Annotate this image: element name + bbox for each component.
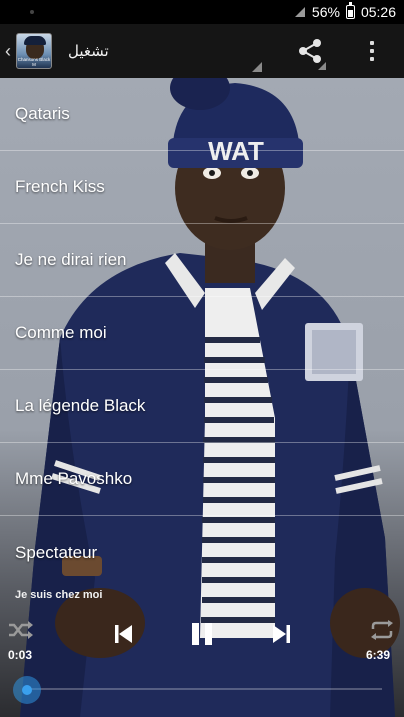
seek-thumb[interactable] — [12, 676, 41, 704]
battery-icon — [345, 2, 355, 19]
song-item[interactable]: Mme Pavoshko — [0, 443, 404, 516]
overflow-hint-icon — [252, 62, 262, 72]
clock: 05:26 — [360, 4, 396, 20]
song-item[interactable]: Je ne dirai rien — [0, 224, 404, 297]
signal-icon — [294, 7, 305, 17]
repeat-icon[interactable] — [370, 620, 394, 640]
back-arrow-icon[interactable]: ‹ — [0, 24, 16, 78]
song-item[interactable]: Comme moi — [0, 297, 404, 370]
pause-icon[interactable] — [191, 623, 213, 645]
share-hint-icon — [318, 62, 326, 70]
song-title: Mme Pavoshko — [15, 469, 133, 488]
song-item[interactable]: La légende Black — [0, 370, 404, 443]
app-icon-caption: Chansons Black M — [17, 57, 51, 67]
seek-bar[interactable] — [24, 688, 382, 690]
shuffle-icon[interactable] — [8, 621, 34, 639]
app-icon[interactable]: Chansons Black M — [16, 33, 52, 69]
page-title: تشغيل — [68, 43, 109, 60]
song-item[interactable]: French Kiss — [0, 151, 404, 224]
battery-percent: 56% — [311, 4, 340, 20]
song-item[interactable]: Qataris — [0, 78, 404, 151]
song-title: French Kiss — [15, 177, 105, 196]
song-title: Spectateur — [15, 542, 98, 562]
more-options-icon[interactable] — [362, 36, 382, 66]
status-bar: 56% 05:26 — [0, 0, 404, 24]
artist-cap — [24, 36, 46, 45]
song-title: La légende Black — [15, 396, 146, 415]
song-title: Qataris — [15, 104, 70, 123]
now-playing-title: Je suis chez moi — [15, 589, 103, 601]
song-list: Qataris French Kiss Je ne dirai rien Com… — [0, 78, 404, 589]
next-track-icon[interactable] — [272, 625, 290, 643]
previous-track-icon[interactable] — [115, 625, 133, 643]
song-title: Comme moi — [15, 323, 107, 342]
song-item[interactable]: Spectateur — [0, 516, 404, 589]
action-bar: ‹ Chansons Black M تشغيل — [0, 24, 404, 78]
total-duration: 6:39 — [366, 648, 391, 662]
song-title: Je ne dirai rien — [15, 250, 127, 269]
elapsed-time: 0:03 — [8, 648, 33, 662]
notification-dot — [30, 10, 34, 14]
